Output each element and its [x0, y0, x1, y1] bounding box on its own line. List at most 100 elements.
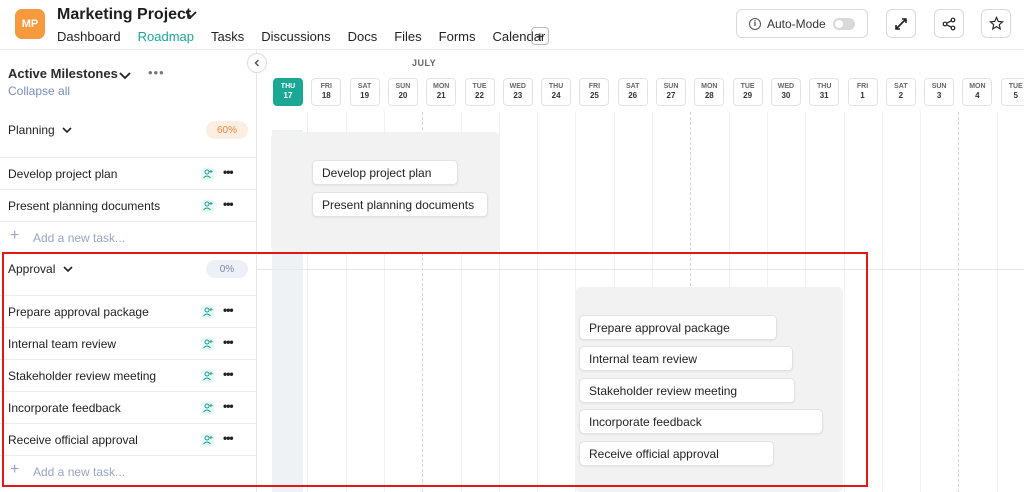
day-cell[interactable]: WED 23 [502, 78, 533, 106]
assign-user-icon[interactable] [201, 199, 215, 213]
task-bar[interactable]: Develop project plan [312, 160, 458, 185]
collapse-all-link[interactable]: Collapse all [8, 84, 70, 98]
day-cell[interactable]: THU 17 [273, 78, 303, 106]
more-icon[interactable]: ••• [223, 367, 234, 381]
assign-user-icon[interactable] [201, 401, 215, 415]
task-bar[interactable]: Receive official approval [579, 441, 774, 466]
day-cell[interactable]: TUE 5 [1000, 78, 1024, 106]
milestone-approval[interactable]: Approval 0% [0, 253, 256, 285]
task-bar[interactable]: Internal team review [579, 346, 793, 371]
day-cell[interactable]: FRI 18 [311, 78, 342, 106]
more-icon[interactable]: ••• [223, 431, 234, 445]
task-bar[interactable]: Incorporate feedback [579, 409, 823, 434]
day-number: 29 [743, 91, 753, 100]
share-button[interactable] [934, 9, 964, 38]
day-of-week: FRI [320, 83, 332, 90]
day-cell[interactable]: FRI 25 [579, 78, 610, 106]
chevron-down-icon[interactable] [184, 7, 198, 21]
favorite-button[interactable] [981, 9, 1011, 38]
task-row[interactable]: Develop project plan ••• [0, 157, 256, 189]
day-cell[interactable]: SUN 20 [387, 78, 418, 106]
tab-tasks[interactable]: Tasks [211, 29, 244, 44]
day-cell[interactable]: THU 31 [809, 78, 840, 106]
day-cell[interactable]: TUE 22 [464, 78, 495, 106]
more-icon[interactable]: ••• [223, 165, 234, 179]
top-header: MP Marketing Project Dashboard Roadmap T… [0, 0, 1024, 50]
more-icon[interactable]: ••• [148, 65, 165, 80]
day-number: 30 [781, 91, 791, 100]
day-cell[interactable]: TUE 29 [732, 78, 763, 106]
assign-user-icon[interactable] [201, 167, 215, 181]
assign-user-icon[interactable] [201, 369, 215, 383]
day-cell[interactable]: SAT 19 [349, 78, 380, 106]
milestones-heading[interactable]: Active Milestones [8, 66, 118, 81]
task-row[interactable]: Incorporate feedback ••• [0, 391, 256, 423]
day-number: 24 [551, 91, 561, 100]
more-icon[interactable]: ••• [223, 303, 234, 317]
grid-line [537, 112, 539, 492]
milestone-name: Planning [8, 123, 55, 137]
expand-button[interactable] [886, 9, 916, 38]
chevron-down-icon[interactable] [118, 68, 132, 82]
day-cell[interactable]: MON 21 [426, 78, 457, 106]
milestone-planning[interactable]: Planning 60% [0, 115, 256, 147]
auto-mode-toggle[interactable]: i Auto-Mode [736, 9, 868, 38]
task-name: Stakeholder review meeting [8, 369, 157, 383]
day-cell[interactable]: MON 4 [962, 78, 993, 106]
assign-user-icon[interactable] [201, 305, 215, 319]
share-icon [942, 17, 956, 30]
task-bar[interactable]: Prepare approval package [579, 315, 777, 340]
plus-icon: + [10, 227, 20, 244]
tab-files[interactable]: Files [394, 29, 421, 44]
day-of-week: SAT [894, 83, 908, 90]
roadmap-timeline: JULY THU 17 FRI 18 SAT 19 SUN 20 MON 21 TUE 22 WED 23… [257, 50, 1024, 492]
project-title[interactable]: Marketing Project [57, 6, 191, 24]
task-row[interactable]: Present planning documents ••• [0, 189, 256, 221]
chevron-down-icon[interactable] [61, 124, 73, 136]
day-cell[interactable]: MON 28 [694, 78, 725, 106]
tab-forms[interactable]: Forms [439, 29, 476, 44]
task-name: Incorporate feedback [8, 401, 121, 415]
day-of-week: MON [701, 83, 718, 90]
chevron-down-icon[interactable] [62, 263, 74, 275]
day-cell[interactable]: FRI 1 [847, 78, 878, 106]
collapse-panel-button[interactable] [247, 53, 267, 73]
task-bar[interactable]: Stakeholder review meeting [579, 378, 795, 403]
task-bar[interactable]: Present planning documents [312, 192, 488, 217]
more-icon[interactable]: ••• [223, 197, 234, 211]
day-cell[interactable]: WED 30 [770, 78, 801, 106]
tab-dashboard[interactable]: Dashboard [57, 29, 121, 44]
assign-user-icon[interactable] [201, 337, 215, 351]
tab-docs[interactable]: Docs [348, 29, 378, 44]
day-number: 20 [398, 91, 408, 100]
day-cell[interactable]: SUN 3 [924, 78, 955, 106]
task-row[interactable]: Receive official approval ••• [0, 423, 256, 455]
day-of-week: SAT [357, 83, 372, 90]
grid-line [958, 112, 960, 492]
day-of-week: FRI [856, 83, 869, 90]
task-row[interactable]: Prepare approval package ••• [0, 295, 256, 327]
plus-icon: + [10, 461, 20, 478]
assign-user-icon[interactable] [201, 433, 215, 447]
task-row[interactable]: Internal team review ••• [0, 327, 256, 359]
task-row[interactable]: Stakeholder review meeting ••• [0, 359, 256, 391]
day-of-week: MON [969, 83, 986, 90]
add-task-button[interactable]: + Add a new task... [0, 455, 256, 487]
day-number: 31 [819, 91, 829, 100]
day-number: 23 [513, 91, 523, 100]
day-of-week: THU [280, 83, 296, 90]
add-task-button[interactable]: + Add a new task... [0, 221, 256, 253]
day-cell[interactable]: SUN 27 [656, 78, 686, 106]
day-cell[interactable]: SAT 2 [885, 78, 916, 106]
tab-roadmap[interactable]: Roadmap [138, 29, 194, 44]
milestones-panel: Active Milestones ••• Collapse all Plann… [0, 50, 257, 492]
day-cell[interactable]: THU 24 [541, 78, 572, 106]
day-cell[interactable]: SAT 26 [617, 78, 648, 106]
project-logo[interactable]: MP [15, 9, 45, 39]
grid-line [881, 112, 883, 492]
more-icon[interactable]: ••• [223, 335, 234, 349]
auto-mode-switch[interactable] [833, 18, 855, 30]
tab-discussions[interactable]: Discussions [261, 29, 330, 44]
more-icon[interactable]: ••• [223, 399, 234, 413]
add-tab-button[interactable]: + [531, 27, 549, 45]
